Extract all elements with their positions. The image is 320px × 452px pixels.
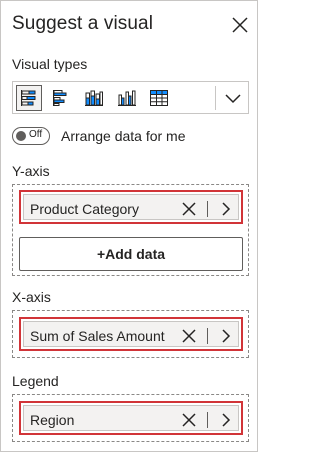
legend-label: Legend [12, 373, 59, 389]
field-name: Region [30, 412, 75, 428]
chevron-right-icon[interactable] [218, 201, 234, 217]
visual-types-selector [12, 81, 249, 114]
suggest-visual-pane: Suggest a visual Visual types Off Arrang… [0, 0, 258, 452]
legend-field[interactable]: Region [19, 401, 243, 435]
field-divider [207, 412, 208, 428]
y-axis-well: Product Category +Add data [12, 184, 249, 276]
chevron-right-icon[interactable] [218, 328, 234, 344]
pane-title: Suggest a visual [12, 13, 154, 34]
clustered-column-chart-icon[interactable] [114, 85, 140, 111]
field-name: Product Category [30, 201, 139, 217]
y-axis-field[interactable]: Product Category [19, 190, 243, 224]
y-axis-label: Y-axis [12, 163, 50, 179]
field-divider [207, 328, 208, 344]
toggle-state-label: Off [29, 129, 43, 140]
field-pill: Sum of Sales Amount [23, 321, 239, 347]
chevron-right-icon[interactable] [218, 412, 234, 428]
table-icon[interactable] [146, 85, 172, 111]
stacked-bar-chart-icon[interactable] [16, 85, 42, 111]
legend-well: Region [12, 394, 249, 442]
field-divider [207, 201, 208, 217]
x-axis-field[interactable]: Sum of Sales Amount [19, 317, 243, 351]
field-pill: Product Category [23, 194, 239, 220]
arrange-data-label: Arrange data for me [61, 128, 186, 144]
close-icon[interactable] [230, 15, 250, 35]
field-pill: Region [23, 405, 239, 431]
toggle-knob [16, 131, 26, 141]
remove-field-icon[interactable] [181, 412, 197, 428]
visual-types-label: Visual types [12, 56, 88, 72]
stacked-column-chart-icon[interactable] [81, 85, 107, 111]
remove-field-icon[interactable] [181, 201, 197, 217]
field-name: Sum of Sales Amount [30, 328, 165, 344]
x-axis-well: Sum of Sales Amount [12, 310, 249, 358]
remove-field-icon[interactable] [181, 328, 197, 344]
chevron-down-icon[interactable] [219, 85, 247, 111]
clustered-bar-chart-icon[interactable] [48, 85, 74, 111]
arrange-data-toggle[interactable]: Off [12, 127, 50, 145]
x-axis-label: X-axis [12, 289, 51, 305]
types-divider [215, 86, 216, 110]
add-data-button[interactable]: +Add data [19, 237, 243, 271]
